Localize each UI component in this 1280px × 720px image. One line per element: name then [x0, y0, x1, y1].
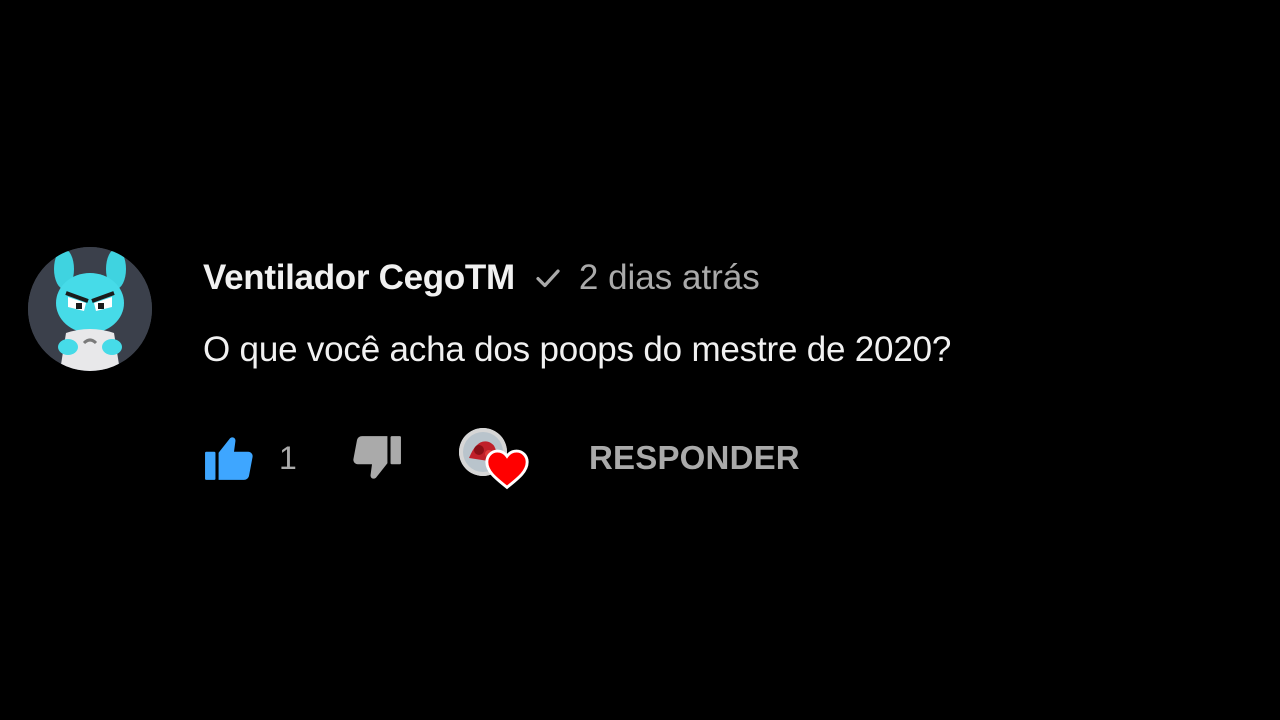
comment-action-bar: 1 RESPONDER [203, 428, 800, 490]
comment-timestamp[interactable]: 2 dias atrás [579, 258, 760, 298]
author-avatar[interactable] [28, 247, 152, 371]
comment-header: Ventilador CegoTM 2 dias atrás [203, 255, 760, 301]
checkmark-icon [531, 261, 565, 295]
dislike-button[interactable] [351, 432, 403, 484]
heart-icon [485, 449, 529, 490]
author-name[interactable]: Ventilador CegoTM [203, 258, 515, 298]
reply-button[interactable]: RESPONDER [589, 439, 800, 477]
comment-text: O que você acha dos poops do mestre de 2… [203, 330, 952, 369]
comment-thread: Ventilador CegoTM 2 dias atrás O que voc… [0, 0, 1280, 720]
creator-heart-badge[interactable] [459, 426, 529, 490]
thumbs-down-icon [353, 436, 401, 479]
thumbs-up-icon [205, 437, 253, 480]
like-button[interactable] [203, 432, 255, 484]
like-count: 1 [279, 439, 297, 476]
